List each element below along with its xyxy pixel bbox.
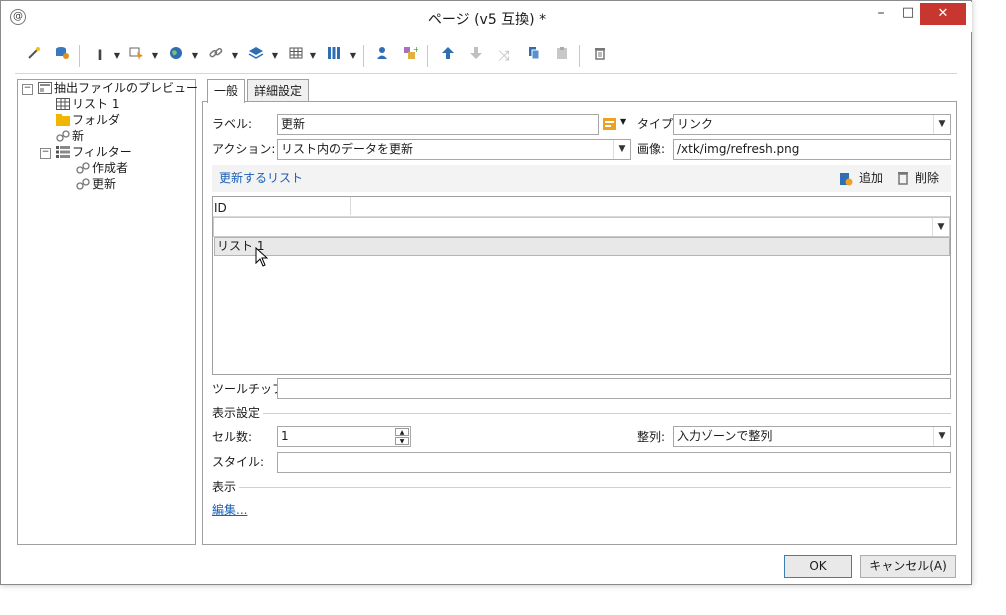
type-caption: タイプ:	[637, 117, 678, 131]
columns-icon[interactable]	[323, 45, 345, 67]
dialog-window: @ ページ (v5 互換) * – □ ✕ I ▼ ▼ ▼ ▼ ▼ ▼ ▼ + …	[0, 0, 972, 585]
text-cursor-icon[interactable]: I	[89, 45, 111, 67]
tree-item-author[interactable]: 作成者	[76, 160, 128, 176]
table-icon[interactable]	[285, 45, 307, 67]
add-icon[interactable]	[839, 170, 853, 186]
database-user-icon[interactable]	[51, 45, 73, 67]
globe-icon[interactable]	[165, 45, 187, 67]
grid-icon	[56, 98, 70, 110]
tree-item-new[interactable]: 新	[56, 128, 84, 144]
mouse-cursor-icon	[255, 246, 269, 267]
cells-caption: セル数:	[212, 430, 253, 444]
list-icon	[56, 146, 70, 158]
tree-item-list[interactable]: リスト 1	[56, 96, 119, 112]
translate-icon[interactable]	[603, 117, 617, 131]
label-input[interactable]: 更新	[277, 114, 599, 135]
image-input[interactable]: /xtk/img/refresh.png	[673, 139, 951, 160]
text-dropdown-arrow[interactable]: ▼	[113, 45, 121, 67]
tree-item-folder[interactable]: フォルダ	[56, 112, 120, 128]
cells-value: 1	[281, 429, 289, 443]
chevron-down-icon[interactable]: ▼	[613, 140, 630, 159]
delete-button[interactable]: 削除	[915, 170, 939, 186]
display-settings-title: 表示設定	[212, 406, 261, 420]
user-icon[interactable]	[371, 45, 393, 67]
type-value: リンク	[677, 117, 714, 131]
action-value: リスト内のデータを更新	[281, 142, 414, 156]
link-icon[interactable]	[205, 45, 227, 67]
tree-panel: − 抽出ファイルのプレビュー リスト 1 フォルダ 新 − フィルター 作成者 …	[17, 79, 198, 545]
copy-icon[interactable]	[523, 45, 545, 67]
folder-icon	[56, 114, 70, 126]
align-select[interactable]: 入力ゾーンで整列 ▼	[673, 426, 951, 447]
style-input[interactable]	[277, 452, 951, 473]
label-caption: ラベル:	[212, 117, 253, 131]
column-divider	[350, 197, 351, 215]
list-section-title: 更新するリスト	[219, 171, 304, 185]
add-object-icon[interactable]: +	[399, 45, 421, 67]
image-caption: 画像:	[637, 142, 666, 156]
collapse-root-icon[interactable]: −	[22, 84, 33, 95]
form-dropdown-arrow[interactable]: ▼	[151, 45, 159, 67]
display-settings-line	[263, 413, 951, 414]
collapse-filter-icon[interactable]: −	[40, 148, 51, 159]
table-row[interactable]: リスト 1	[214, 237, 950, 256]
form-icon	[38, 82, 52, 94]
action-select[interactable]: リスト内のデータを更新 ▼	[277, 139, 631, 160]
cancel-button[interactable]: キャンセル(A)	[860, 555, 956, 578]
paste-icon[interactable]	[551, 45, 573, 67]
add-button[interactable]: 追加	[859, 170, 883, 186]
columns-dropdown-arrow[interactable]: ▼	[349, 45, 357, 67]
tooltip-input[interactable]	[277, 378, 951, 399]
chevron-down-icon[interactable]: ▼	[933, 115, 950, 134]
tab-general[interactable]: 一般	[207, 79, 246, 103]
type-select[interactable]: リンク ▼	[673, 114, 951, 135]
maximize-button[interactable]: □	[896, 3, 920, 25]
column-header-id[interactable]: ID	[214, 200, 227, 216]
spin-up-icon[interactable]: ▲	[395, 428, 409, 436]
table-dropdown-arrow[interactable]: ▼	[309, 45, 317, 67]
tab-advanced[interactable]: 詳細設定	[247, 79, 310, 102]
align-caption: 整列:	[637, 430, 666, 444]
title-bar: @ ページ (v5 互換) * – □ ✕	[2, 2, 972, 32]
chevron-down-icon[interactable]: ▼	[933, 427, 950, 446]
chevron-down-icon[interactable]: ▼	[932, 218, 949, 236]
link-icon	[56, 130, 70, 142]
toolbar-divider	[15, 73, 957, 74]
toolbar: I ▼ ▼ ▼ ▼ ▼ ▼ ▼ + ⤨	[15, 41, 957, 71]
link-icon	[76, 178, 90, 190]
close-button[interactable]: ✕	[920, 3, 966, 25]
align-value: 入力ゾーンで整列	[677, 429, 773, 443]
shuffle-icon[interactable]: ⤨	[493, 45, 515, 67]
layers-icon[interactable]	[245, 45, 267, 67]
trash-icon[interactable]	[589, 45, 611, 67]
display-title: 表示	[212, 480, 237, 494]
edit-link[interactable]: 編集...	[212, 502, 247, 518]
link-dropdown-arrow[interactable]: ▼	[231, 45, 239, 67]
form-cursor-icon[interactable]	[125, 45, 147, 67]
ok-button[interactable]: OK	[784, 555, 852, 578]
cells-spinner[interactable]: 1 ▲ ▼	[277, 426, 411, 447]
spin-down-icon[interactable]: ▼	[395, 437, 409, 445]
link-icon	[76, 162, 90, 174]
layers-dropdown-arrow[interactable]: ▼	[271, 45, 279, 67]
globe-dropdown-arrow[interactable]: ▼	[191, 45, 199, 67]
window-title: ページ (v5 互換) *	[427, 12, 547, 28]
minimize-button[interactable]: –	[868, 3, 894, 25]
tree-item-filter[interactable]: フィルター	[56, 144, 132, 160]
grid-filter-select[interactable]: ▼	[213, 217, 950, 237]
svg-text:+: +	[413, 45, 418, 54]
style-caption: スタイル:	[212, 455, 265, 469]
display-line	[239, 487, 951, 488]
arrow-up-icon[interactable]	[437, 45, 459, 67]
arrow-down-icon[interactable]	[465, 45, 487, 67]
wand-icon[interactable]	[23, 45, 45, 67]
translate-dropdown-arrow[interactable]: ▼	[620, 117, 626, 126]
trash-icon[interactable]	[896, 170, 910, 186]
action-caption: アクション:	[212, 142, 276, 156]
tree-item-update[interactable]: 更新	[76, 176, 116, 192]
tree-root[interactable]: 抽出ファイルのプレビュー	[38, 80, 198, 96]
